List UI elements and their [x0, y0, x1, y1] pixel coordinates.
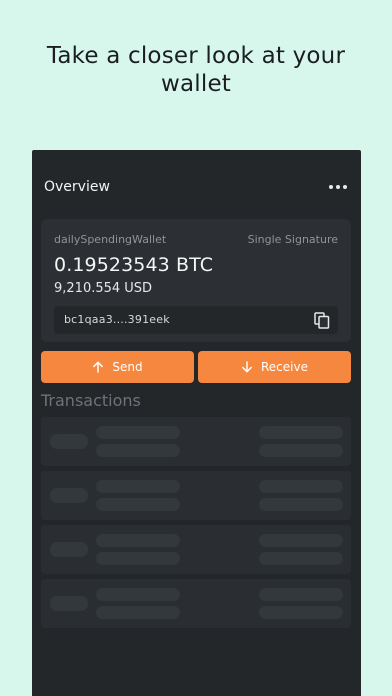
- skeleton-block: [96, 534, 180, 547]
- arrow-down-icon: [242, 361, 252, 373]
- promo-headline-line-2: wallet: [160, 71, 232, 97]
- promo-headline: Take a closer look at your wallet: [0, 42, 392, 98]
- transaction-placeholder-row: [41, 471, 351, 520]
- more-options-icon[interactable]: [329, 184, 347, 190]
- skeleton-block: [96, 480, 180, 493]
- skeleton-block: [50, 488, 88, 503]
- btc-balance: 0.19523543 BTC: [54, 254, 214, 276]
- receive-label: Receive: [261, 360, 308, 374]
- skeleton-block: [96, 426, 180, 439]
- wallet-address-row[interactable]: bc1qaa3....391eek: [54, 306, 338, 334]
- wallet-address: bc1qaa3....391eek: [64, 313, 170, 326]
- skeleton-block: [50, 434, 88, 449]
- more-dot: [336, 185, 340, 189]
- skeleton-block: [96, 444, 180, 457]
- usd-balance: 9,210.554 USD: [54, 281, 153, 296]
- skeleton-block: [50, 596, 88, 611]
- skeleton-block: [259, 444, 343, 457]
- transactions-heading: Transactions: [41, 391, 141, 410]
- top-bar: Overview: [32, 150, 361, 226]
- transaction-list: [41, 417, 351, 633]
- skeleton-block: [96, 606, 180, 619]
- wallet-card[interactable]: dailySpendingWallet Single Signature 0.1…: [41, 219, 351, 342]
- skeleton-block: [96, 498, 180, 511]
- skeleton-block: [259, 480, 343, 493]
- skeleton-block: [259, 606, 343, 619]
- promo-headline-line-1: Take a closer look at your: [46, 43, 346, 69]
- transaction-placeholder-row: [41, 417, 351, 466]
- send-label: Send: [112, 360, 143, 374]
- send-button[interactable]: Send: [41, 351, 194, 383]
- arrow-up-icon: [93, 361, 104, 373]
- transaction-placeholder-row: [41, 525, 351, 574]
- skeleton-block: [259, 534, 343, 547]
- app-screen: Overview dailySpendingWallet Single Sign…: [32, 150, 361, 696]
- transaction-placeholder-row: [41, 579, 351, 628]
- wallet-type: Single Signature: [247, 233, 338, 246]
- skeleton-block: [259, 588, 343, 601]
- skeleton-block: [259, 552, 343, 565]
- copy-icon[interactable]: [314, 312, 330, 329]
- more-dot: [343, 185, 347, 189]
- more-dot: [329, 185, 333, 189]
- wallet-name: dailySpendingWallet: [54, 233, 167, 246]
- skeleton-block: [50, 542, 88, 557]
- page-title: Overview: [44, 179, 110, 195]
- receive-button[interactable]: Receive: [198, 351, 351, 383]
- skeleton-block: [96, 588, 180, 601]
- skeleton-block: [259, 426, 343, 439]
- skeleton-block: [96, 552, 180, 565]
- skeleton-block: [259, 498, 343, 511]
